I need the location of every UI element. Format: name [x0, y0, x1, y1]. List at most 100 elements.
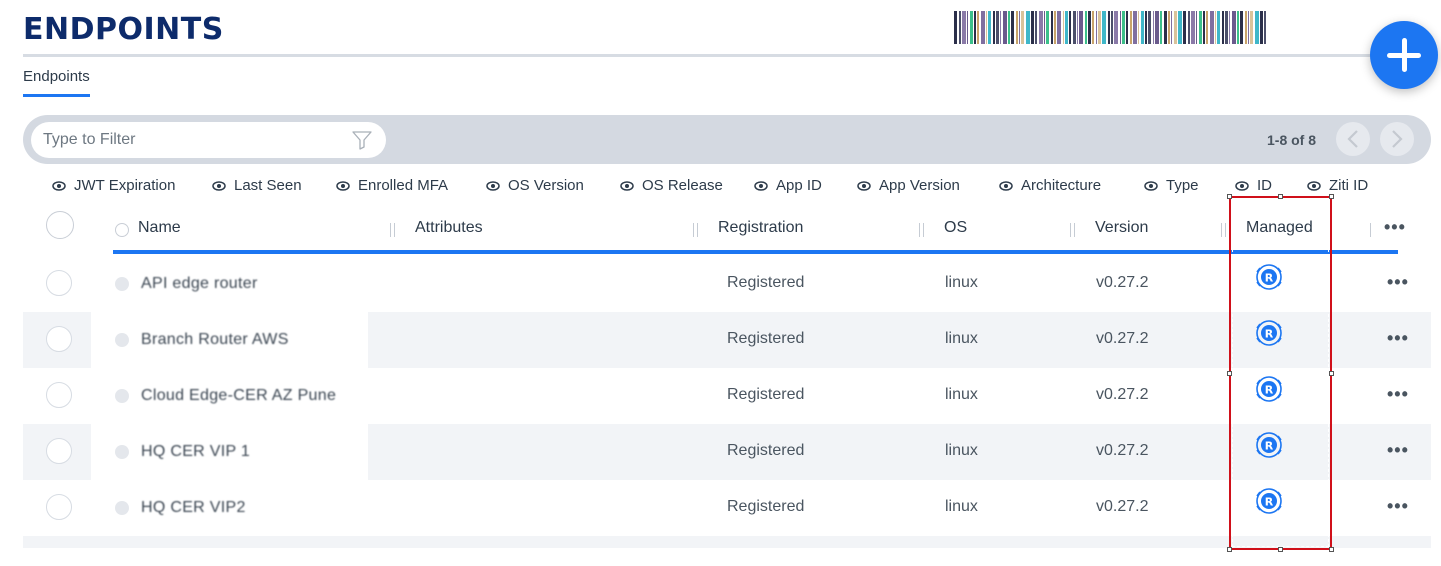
endpoint-name[interactable]: HQ CER VIP 1 [141, 443, 250, 461]
os-value: linux [945, 442, 978, 459]
column-toggle-label: App ID [776, 177, 822, 194]
os-value: linux [945, 274, 978, 291]
row-checkbox[interactable] [46, 270, 72, 296]
selection-handle[interactable] [1227, 371, 1232, 376]
column-toggle[interactable]: Ziti ID [1307, 177, 1368, 194]
column-toggle[interactable]: ID [1235, 177, 1272, 194]
selection-handle[interactable] [1278, 547, 1283, 552]
selection-handle[interactable] [1278, 194, 1283, 199]
eye-icon [336, 180, 350, 191]
row-actions-menu[interactable]: ••• [1387, 328, 1409, 349]
chevron-right-icon [1392, 130, 1403, 148]
column-toggle[interactable]: JWT Expiration [52, 177, 175, 194]
selection-handle[interactable] [1227, 194, 1232, 199]
column-header-os[interactable]: OS [944, 219, 967, 237]
column-resize-handle[interactable] [1370, 223, 1371, 237]
version-value: v0.27.2 [1096, 442, 1149, 459]
registration-status: Registered [727, 498, 805, 515]
eye-icon [1144, 180, 1158, 191]
column-toggle-label: App Version [879, 177, 960, 194]
row-actions-menu[interactable]: ••• [1387, 496, 1409, 517]
column-toggle-label: Ziti ID [1329, 177, 1369, 194]
column-toggle-label: OS Release [642, 177, 723, 194]
eye-icon [754, 180, 768, 191]
status-dot [115, 389, 129, 403]
title-divider [23, 54, 1383, 57]
funnel-icon[interactable] [351, 129, 373, 151]
registration-status: Registered [727, 274, 805, 291]
row-actions-menu[interactable]: ••• [1387, 440, 1409, 461]
endpoint-name[interactable]: HQ CER VIP2 [141, 499, 246, 517]
table-row[interactable]: HQ CER VIP 1 Registered linux v0.27.2 R … [23, 424, 1431, 480]
registration-status: Registered [727, 386, 805, 403]
table-row[interactable]: HQ CER VIP2 Registered linux v0.27.2 R •… [23, 480, 1431, 536]
eye-icon [620, 180, 634, 191]
column-toggle[interactable]: OS Version [486, 177, 584, 194]
select-all-checkbox[interactable] [46, 211, 74, 239]
selection-handle[interactable] [1329, 371, 1334, 376]
eye-icon [999, 180, 1013, 191]
eye-icon [1235, 180, 1249, 191]
header-underline [113, 250, 1398, 254]
row-actions-menu[interactable]: ••• [1387, 272, 1409, 293]
filter-input[interactable] [31, 122, 386, 158]
column-options-menu[interactable]: ••• [1384, 217, 1406, 238]
column-toggle-label: Last Seen [234, 177, 302, 194]
column-toggle[interactable]: App Version [857, 177, 960, 194]
column-toggle[interactable]: OS Release [620, 177, 723, 194]
table-row[interactable]: API edge router Registered linux v0.27.2… [23, 256, 1431, 312]
selection-handle[interactable] [1329, 547, 1334, 552]
eye-icon [857, 180, 871, 191]
os-value: linux [945, 498, 978, 515]
row-checkbox[interactable] [46, 494, 72, 520]
filter-bar: 1-8 of 8 [23, 115, 1431, 164]
tab-endpoints[interactable]: Endpoints [23, 68, 90, 97]
column-resize-handle[interactable] [1221, 223, 1226, 237]
pagination-count: 1-8 of 8 [1267, 132, 1317, 148]
column-resize-handle[interactable] [693, 223, 698, 237]
prev-page-button[interactable] [1336, 122, 1370, 156]
column-toggle-label: Enrolled MFA [358, 177, 449, 194]
version-value: v0.27.2 [1096, 274, 1149, 291]
status-header-circle [115, 223, 129, 237]
column-resize-handle[interactable] [390, 223, 395, 237]
column-header-attributes[interactable]: Attributes [415, 219, 483, 237]
table-row[interactable]: Cloud Edge-CER AZ Pune Registered linux … [23, 368, 1431, 424]
status-dot [115, 333, 129, 347]
column-toggle-label: Architecture [1021, 177, 1102, 194]
row-checkbox[interactable] [46, 326, 72, 352]
eye-icon [212, 180, 226, 191]
os-value: linux [945, 386, 978, 403]
table-row-partial [23, 536, 1431, 548]
row-checkbox[interactable] [46, 382, 72, 408]
endpoint-name[interactable]: Cloud Edge-CER AZ Pune [141, 387, 336, 405]
column-resize-handle[interactable] [1070, 223, 1075, 237]
column-header-registration[interactable]: Registration [718, 219, 803, 237]
eye-icon [1307, 180, 1321, 191]
row-actions-menu[interactable]: ••• [1387, 384, 1409, 405]
decorative-barcode [954, 11, 1268, 44]
column-header-name[interactable]: Name [138, 219, 181, 237]
table-header: Name Attributes Registration OS Version … [23, 205, 1405, 254]
endpoint-name[interactable]: Branch Router AWS [141, 331, 289, 349]
os-value: linux [945, 330, 978, 347]
selection-handle[interactable] [1329, 194, 1334, 199]
column-toggles: JWT Expiration Last Seen Enrolled MFA OS… [0, 175, 1441, 197]
column-toggle[interactable]: Last Seen [212, 177, 302, 194]
add-endpoint-button[interactable] [1370, 21, 1438, 89]
column-toggle[interactable]: Enrolled MFA [336, 177, 448, 194]
endpoint-name[interactable]: API edge router [141, 275, 258, 293]
status-dot [115, 277, 129, 291]
version-value: v0.27.2 [1096, 330, 1149, 347]
row-checkbox[interactable] [46, 438, 72, 464]
status-dot [115, 501, 129, 515]
column-header-version[interactable]: Version [1095, 219, 1148, 237]
next-page-button[interactable] [1380, 122, 1414, 156]
selection-handle[interactable] [1227, 547, 1232, 552]
registration-status: Registered [727, 442, 805, 459]
column-toggle[interactable]: App ID [754, 177, 822, 194]
column-toggle[interactable]: Architecture [999, 177, 1101, 194]
table-row[interactable]: Branch Router AWS Registered linux v0.27… [23, 312, 1431, 368]
column-resize-handle[interactable] [919, 223, 924, 237]
column-toggle[interactable]: Type [1144, 177, 1199, 194]
